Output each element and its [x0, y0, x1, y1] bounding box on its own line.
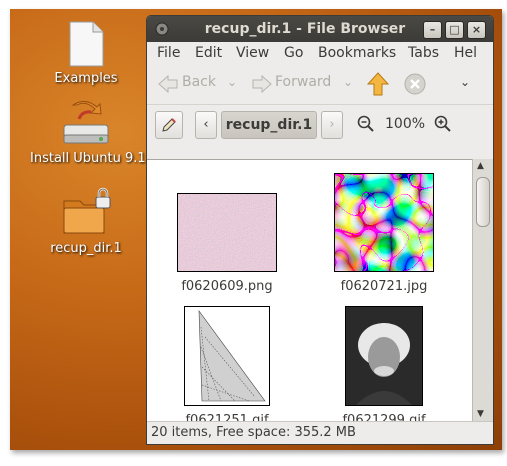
installer-drive-icon	[63, 101, 109, 144]
scroll-down-arrow-icon[interactable]: ▼	[477, 409, 484, 419]
zoom-level[interactable]: 100%	[385, 116, 425, 132]
file-browser-window: recup_dir.1 - File Browser – □ × File Ed…	[146, 15, 494, 445]
path-segment-current[interactable]: recup_dir.1	[221, 111, 317, 139]
desktop-icon-install-ubuntu[interactable]: Install Ubuntu 9.10	[30, 101, 154, 166]
forward-history-chevron-icon[interactable]: ⌄	[343, 75, 353, 89]
back-arrow-icon[interactable]	[157, 75, 179, 93]
desktop-icon-examples[interactable]: Examples	[30, 21, 142, 86]
forward-arrow-icon[interactable]	[251, 75, 273, 93]
menu-view[interactable]: View	[236, 45, 269, 61]
window-menu-icon[interactable]	[155, 22, 169, 36]
locked-folder-icon	[63, 187, 111, 234]
back-history-chevron-icon[interactable]: ⌄	[227, 75, 237, 89]
minimize-button[interactable]: –	[423, 21, 442, 39]
desktop-icon-recup-dir[interactable]: recup_dir.1	[30, 187, 142, 256]
edit-location-button[interactable]	[155, 111, 183, 139]
zoom-in-icon[interactable]	[434, 115, 452, 133]
desktop-icon-label: Examples	[54, 71, 118, 86]
file-view[interactable]: f0620609.png f0620721.jpg f0621251.gif f…	[147, 159, 472, 422]
file-item[interactable]: f0621251.gif	[152, 306, 302, 422]
desktop-background: Examples Install Ubuntu 9.10 recup_dir.1	[10, 9, 502, 450]
document-icon	[69, 21, 104, 67]
menu-file[interactable]: File	[157, 45, 180, 61]
menu-bar: File Edit View Go Bookmarks Tabs Hel	[147, 42, 493, 64]
menu-go[interactable]: Go	[284, 45, 303, 61]
path-scroll-right-button[interactable]: ›	[321, 111, 343, 139]
file-item[interactable]: f0621299.gif	[309, 306, 459, 422]
scroll-up-arrow-icon[interactable]: ▲	[477, 161, 484, 171]
menu-bookmarks[interactable]: Bookmarks	[318, 45, 396, 61]
jpg-thumbnail	[334, 173, 434, 272]
png-thumbnail	[177, 193, 277, 272]
up-arrow-icon[interactable]	[366, 71, 390, 97]
back-button[interactable]: Back	[182, 74, 216, 90]
toolbar-overflow-chevron-icon[interactable]: ⌄	[460, 75, 470, 89]
path-scroll-left-button[interactable]: ‹	[195, 111, 217, 139]
file-item[interactable]: f0620721.jpg	[309, 173, 459, 294]
file-item[interactable]: f0620609.png	[152, 193, 302, 294]
desktop-icon-label: recup_dir.1	[50, 241, 122, 256]
pencil-icon	[162, 118, 176, 132]
title-bar[interactable]: recup_dir.1 - File Browser – □ ×	[147, 16, 493, 42]
scrollbar-thumb[interactable]	[476, 177, 490, 227]
portrait-thumbnail	[345, 306, 423, 406]
maximize-button[interactable]: □	[445, 21, 464, 39]
menu-help[interactable]: Hel	[454, 45, 477, 61]
forward-button[interactable]: Forward	[275, 74, 331, 90]
status-bar: 20 items, Free space: 355.2 MB	[147, 421, 493, 444]
file-name: f0620609.png	[181, 279, 273, 294]
vertical-scrollbar[interactable]: ▲ ▼	[472, 159, 493, 421]
status-text: 20 items, Free space: 355.2 MB	[151, 425, 356, 440]
stop-icon[interactable]	[404, 73, 426, 95]
file-name: f0620721.jpg	[340, 279, 428, 294]
close-button[interactable]: ×	[467, 21, 486, 39]
gif-thumbnail	[184, 306, 270, 406]
zoom-out-icon[interactable]	[357, 115, 375, 133]
menu-edit[interactable]: Edit	[195, 45, 222, 61]
toolbar: Back ⌄ Forward ⌄ ⌄	[147, 64, 493, 105]
location-bar: ‹ recup_dir.1 › 100%	[147, 105, 493, 143]
menu-tabs[interactable]: Tabs	[408, 45, 439, 61]
desktop-icon-label: Install Ubuntu 9.10	[30, 151, 154, 166]
window-title: recup_dir.1 - File Browser	[204, 21, 406, 37]
